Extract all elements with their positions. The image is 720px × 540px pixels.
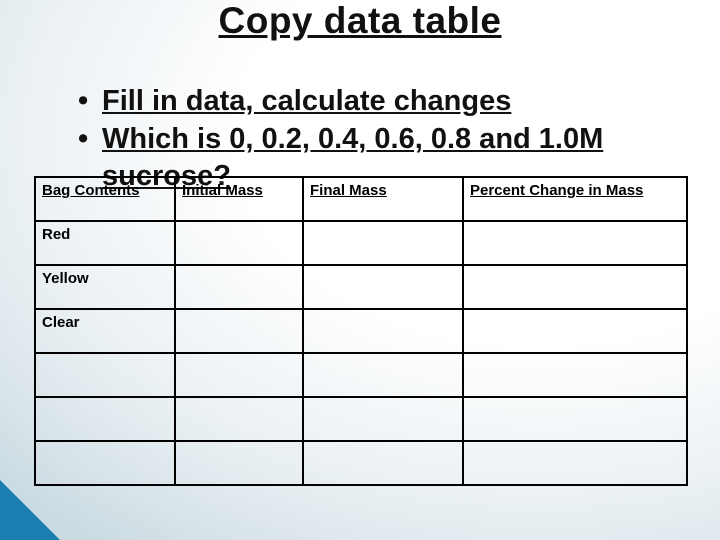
cell-pct (463, 309, 687, 353)
slide: Copy data table Fill in data, calculate … (0, 0, 720, 540)
cell-initial (175, 221, 303, 265)
cell-final (303, 309, 463, 353)
bullet-item: Fill in data, calculate changes (78, 83, 690, 119)
page-title: Copy data table (0, 0, 720, 42)
cell-bag: Yellow (35, 265, 175, 309)
cell-pct (463, 221, 687, 265)
cell-final (303, 397, 463, 441)
cell-bag: Clear (35, 309, 175, 353)
col-header-initial: Initial Mass (175, 177, 303, 221)
cell-pct (463, 397, 687, 441)
cell-pct (463, 441, 687, 485)
col-header-pct: Percent Change in Mass (463, 177, 687, 221)
table-row (35, 353, 687, 397)
cell-bag (35, 441, 175, 485)
cell-final (303, 265, 463, 309)
cell-initial (175, 353, 303, 397)
cell-initial (175, 397, 303, 441)
cell-final (303, 221, 463, 265)
table-row (35, 441, 687, 485)
cell-bag (35, 397, 175, 441)
cell-pct (463, 265, 687, 309)
table-row (35, 397, 687, 441)
data-table: Bag Contents Initial Mass Final Mass Per… (34, 176, 688, 486)
cell-initial (175, 441, 303, 485)
table-row: Yellow (35, 265, 687, 309)
cell-initial (175, 265, 303, 309)
table-row: Clear (35, 309, 687, 353)
table-row: Red (35, 221, 687, 265)
col-header-final: Final Mass (303, 177, 463, 221)
cell-final (303, 353, 463, 397)
col-header-bag: Bag Contents (35, 177, 175, 221)
cell-bag (35, 353, 175, 397)
cell-initial (175, 309, 303, 353)
table-header-row: Bag Contents Initial Mass Final Mass Per… (35, 177, 687, 221)
cell-bag: Red (35, 221, 175, 265)
cell-pct (463, 353, 687, 397)
cell-final (303, 441, 463, 485)
accent-corner (0, 480, 60, 540)
